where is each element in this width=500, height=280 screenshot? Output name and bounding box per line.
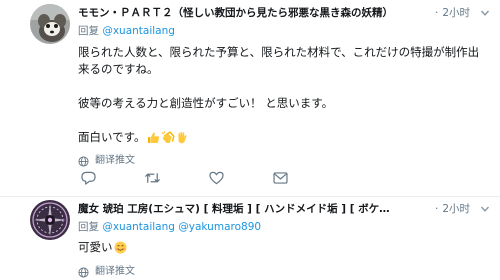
tweet-paragraph: 彼等の考える力と創造性がすごい！ と思います。 bbox=[78, 96, 334, 110]
tweet-paragraph: 限られた人数と、限られた予算と、限られた材料で、これだけの特撮が制作出来るのです… bbox=[78, 45, 480, 76]
like-icon bbox=[208, 171, 224, 185]
globe-icon bbox=[78, 266, 89, 278]
tweet[interactable]: 魔女 琥珀 工房(エシュマ) [ 料理垢 ] [ ハンドメイド垢 ] [ ボケ…… bbox=[0, 197, 500, 280]
timestamp[interactable]: 2小时 bbox=[442, 7, 470, 19]
direct-message-button[interactable] bbox=[270, 168, 290, 188]
like-button[interactable] bbox=[206, 168, 226, 188]
display-name[interactable]: モモン・ＰＡＲＴ２（怪しい教団から見たら邪悪な黒き森の妖精） bbox=[78, 4, 393, 22]
tweet-header: モモン・ＰＡＲＴ２（怪しい教団から見たら邪悪な黒き森の妖精） · 2小时 bbox=[78, 4, 490, 22]
tweet-header: 魔女 琥珀 工房(エシュマ) [ 料理垢 ] [ ハンドメイド垢 ] [ ボケ…… bbox=[78, 200, 490, 218]
raised-hand-emoji bbox=[176, 131, 188, 149]
timestamp[interactable]: 2小时 bbox=[442, 203, 470, 215]
retweet-icon bbox=[144, 173, 160, 183]
reply-prefix: 回复 bbox=[78, 221, 99, 233]
tweet-text: 可愛い bbox=[78, 239, 490, 259]
avatar[interactable] bbox=[30, 200, 70, 240]
clapping-hands-emoji bbox=[161, 131, 175, 149]
chevron-down-icon[interactable] bbox=[480, 8, 490, 18]
reply-handle[interactable]: @xuantailang bbox=[102, 25, 175, 37]
display-name[interactable]: 魔女 琥珀 工房(エシュマ) [ 料理垢 ] [ ハンドメイド垢 ] [ ボケ… bbox=[78, 200, 390, 218]
tweet-text: 限られた人数と、限られた予算と、限られた材料で、これだけの特撮が制作出来るのです… bbox=[78, 44, 490, 149]
avatar[interactable] bbox=[30, 4, 70, 44]
chevron-down-icon[interactable] bbox=[480, 204, 490, 214]
thumbs-up-emoji bbox=[147, 131, 160, 149]
timeline: モモン・ＰＡＲＴ２（怪しい教団から見たら邪悪な黒き森の妖精） · 2小时 回复 @… bbox=[0, 0, 500, 280]
tweet[interactable]: モモン・ＰＡＲＴ２（怪しい教団から見たら邪悪な黒き森の妖精） · 2小时 回复 @… bbox=[0, 0, 500, 196]
translate-tweet-link[interactable]: 翻译推文 bbox=[78, 154, 490, 168]
separator-dot: · bbox=[434, 7, 439, 19]
tweet-paragraph-text: 面白いです。 bbox=[78, 130, 146, 144]
globe-icon bbox=[78, 155, 89, 167]
translate-tweet-link[interactable]: 翻译推文 bbox=[78, 265, 490, 279]
translate-label: 翻译推文 bbox=[95, 155, 135, 166]
reply-prefix: 回复 bbox=[78, 25, 99, 37]
retweet-button[interactable] bbox=[142, 168, 162, 188]
reply-handle[interactable]: @xuantailang @yakumaro890 bbox=[102, 221, 261, 233]
tweet-paragraph: 面白いです。 bbox=[78, 129, 490, 149]
tweet-paragraph-text: 可愛い bbox=[78, 240, 113, 254]
smiling-face-emoji bbox=[114, 241, 127, 259]
reply-context: 回复 @xuantailang @yakumaro890 bbox=[78, 219, 490, 235]
reply-button[interactable] bbox=[78, 168, 98, 188]
direct-message-icon bbox=[272, 172, 288, 184]
reply-context: 回复 @xuantailang bbox=[78, 23, 490, 39]
reply-icon bbox=[80, 171, 96, 185]
tweet-actions bbox=[78, 168, 378, 188]
separator-dot: · bbox=[434, 203, 439, 215]
translate-label: 翻译推文 bbox=[95, 266, 135, 277]
